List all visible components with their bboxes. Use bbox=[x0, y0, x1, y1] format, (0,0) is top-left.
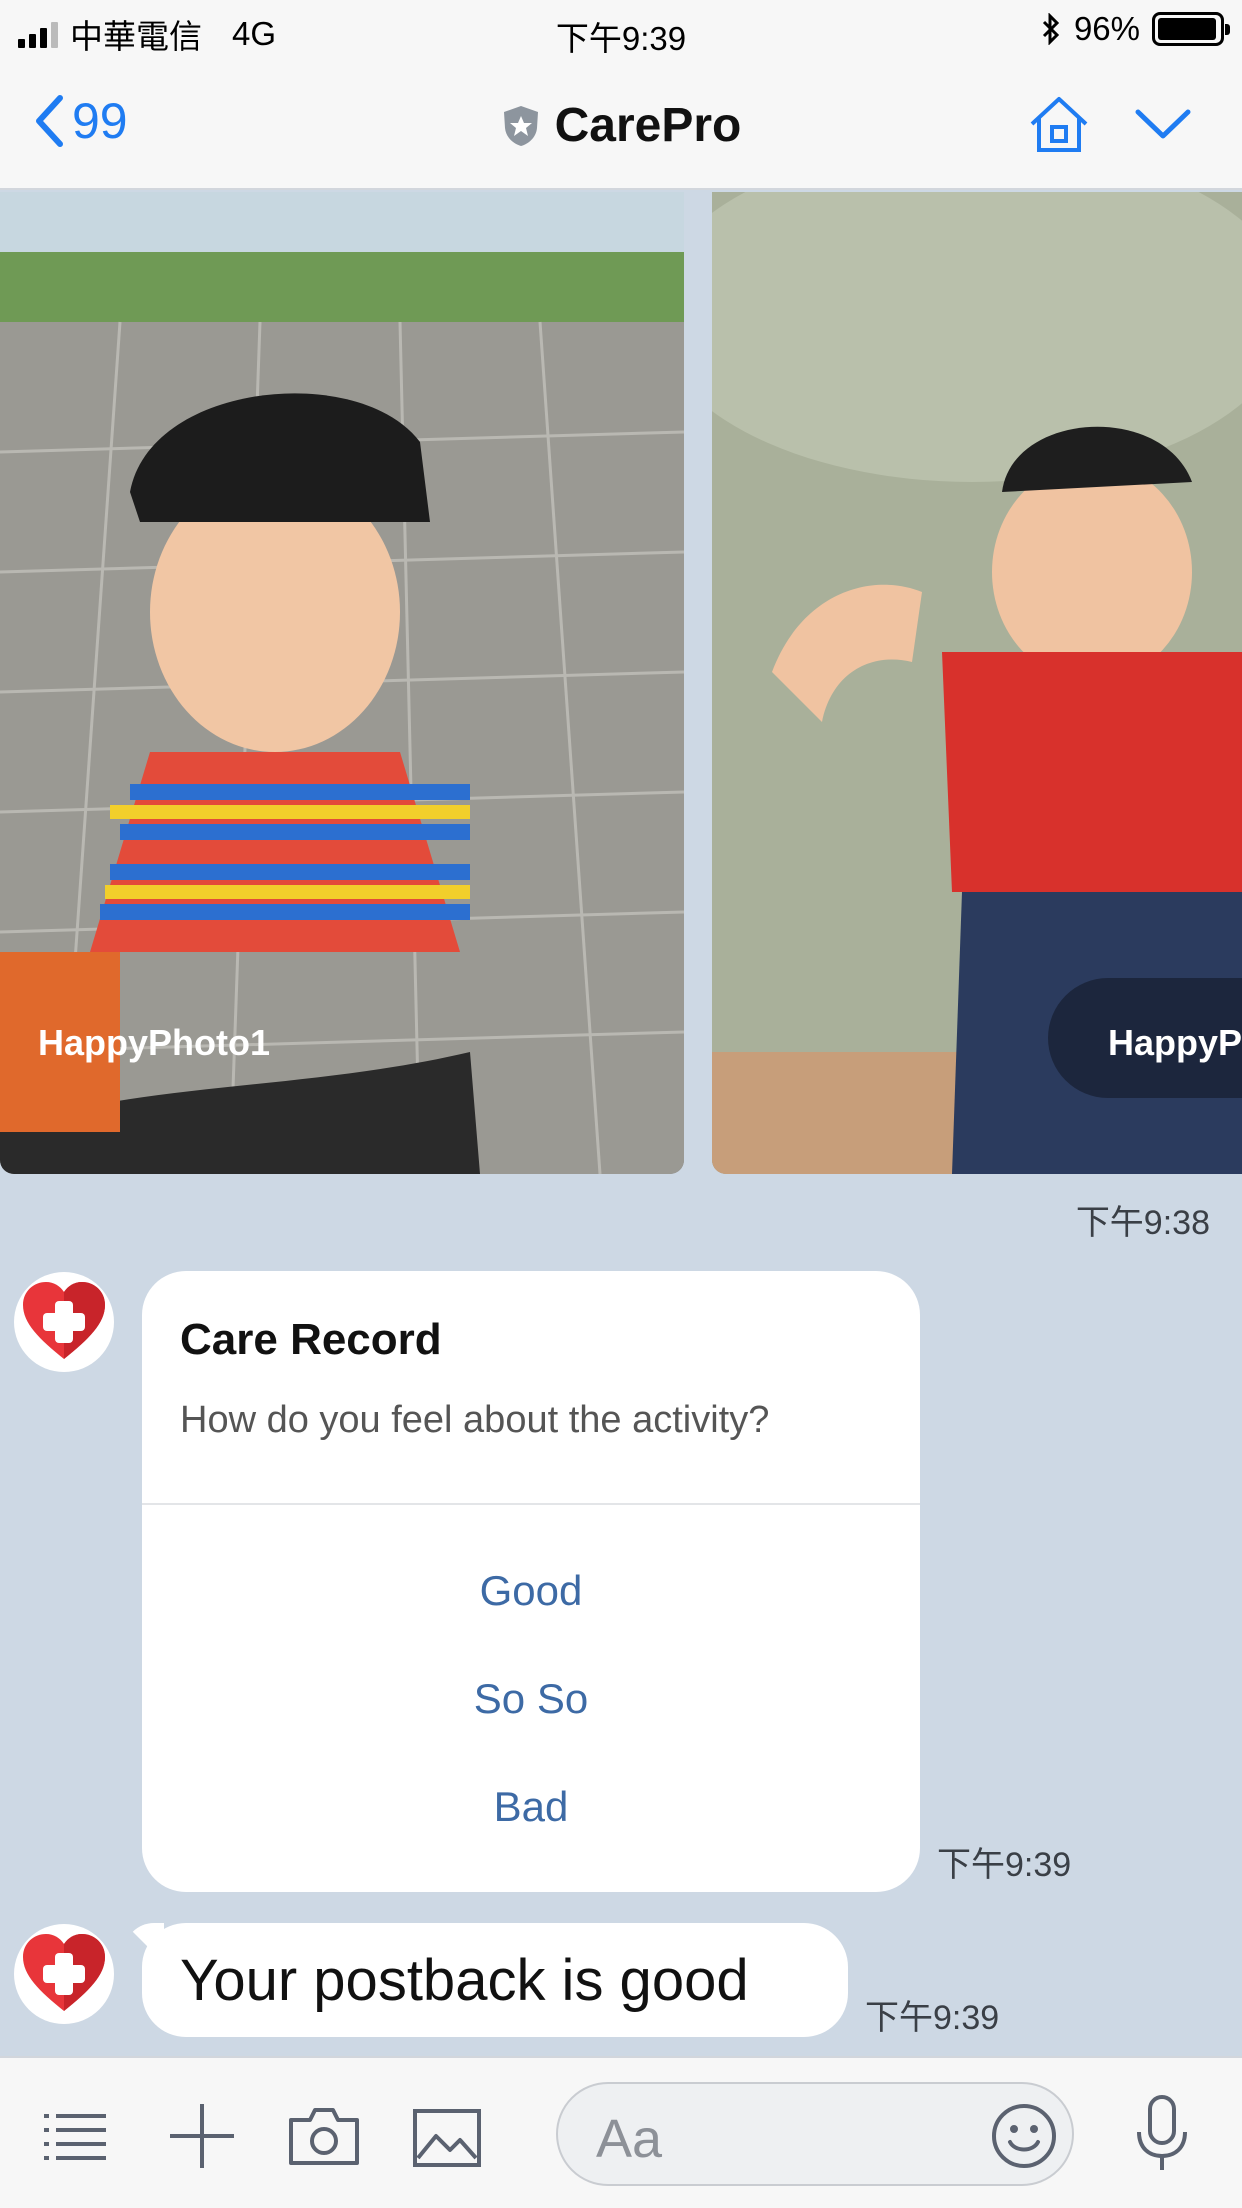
care-record-title: Care Record bbox=[180, 1315, 442, 1364]
message-placeholder: Aa bbox=[596, 2109, 663, 2169]
chevron-down-icon[interactable] bbox=[1134, 107, 1192, 141]
input-bar: Aa bbox=[0, 2056, 1242, 2208]
bluetooth-icon bbox=[1042, 13, 1060, 45]
plus-icon[interactable] bbox=[168, 2102, 236, 2170]
option-bad-button[interactable]: Bad bbox=[142, 1783, 920, 1831]
image-icon[interactable] bbox=[412, 2108, 482, 2168]
battery-fill bbox=[1158, 18, 1216, 40]
battery-percent: 96% bbox=[1073, 10, 1140, 47]
chat-title-text: CarePro bbox=[554, 99, 742, 152]
option-good-button[interactable]: Good bbox=[142, 1567, 920, 1615]
message-text: Your postback is good bbox=[180, 1947, 749, 2013]
option-soso-button[interactable]: So So bbox=[142, 1675, 920, 1723]
message-input[interactable]: Aa bbox=[556, 2082, 1074, 2186]
carousel-timestamp: 下午9:38 bbox=[1075, 1204, 1210, 1242]
carousel-caption-2: HappyP bbox=[1108, 1022, 1242, 1063]
care-record-card: Care Record How do you feel about the ac… bbox=[142, 1271, 920, 1892]
status-bar: 中華電信 4G 下午9:39 96% bbox=[0, 0, 1242, 62]
care-record-question: How do you feel about the activity? bbox=[180, 1399, 770, 1441]
message-bubble: Your postback is good bbox=[142, 1923, 848, 2037]
image-carousel[interactable]: HappyPhoto1 HappyP bbox=[0, 192, 1242, 1174]
nav-bar: 99 CarePro bbox=[0, 62, 1242, 190]
message-timestamp: 下午9:39 bbox=[865, 1999, 1000, 2037]
bot-avatar[interactable] bbox=[14, 1924, 114, 2024]
status-right: 96% bbox=[1040, 10, 1230, 48]
card-divider bbox=[142, 1503, 920, 1505]
home-icon[interactable] bbox=[1026, 94, 1092, 154]
battery-icon bbox=[1152, 12, 1230, 46]
care-record-timestamp: 下午9:39 bbox=[937, 1846, 1072, 1884]
carousel-card-1[interactable]: HappyPhoto1 bbox=[0, 192, 684, 1174]
shield-icon bbox=[503, 105, 538, 146]
smiley-icon[interactable] bbox=[990, 2102, 1058, 2170]
bot-avatar[interactable] bbox=[14, 1272, 114, 1372]
carousel-caption-1: HappyPhoto1 bbox=[38, 1022, 271, 1063]
list-icon[interactable] bbox=[44, 2112, 106, 2162]
microphone-icon[interactable] bbox=[1134, 2094, 1190, 2174]
heart-cross-icon bbox=[23, 1934, 105, 2011]
heart-cross-icon bbox=[23, 1282, 105, 1359]
carousel-card-2[interactable]: HappyP bbox=[712, 192, 1242, 1174]
nav-actions bbox=[1026, 94, 1192, 154]
camera-icon[interactable] bbox=[288, 2106, 360, 2166]
